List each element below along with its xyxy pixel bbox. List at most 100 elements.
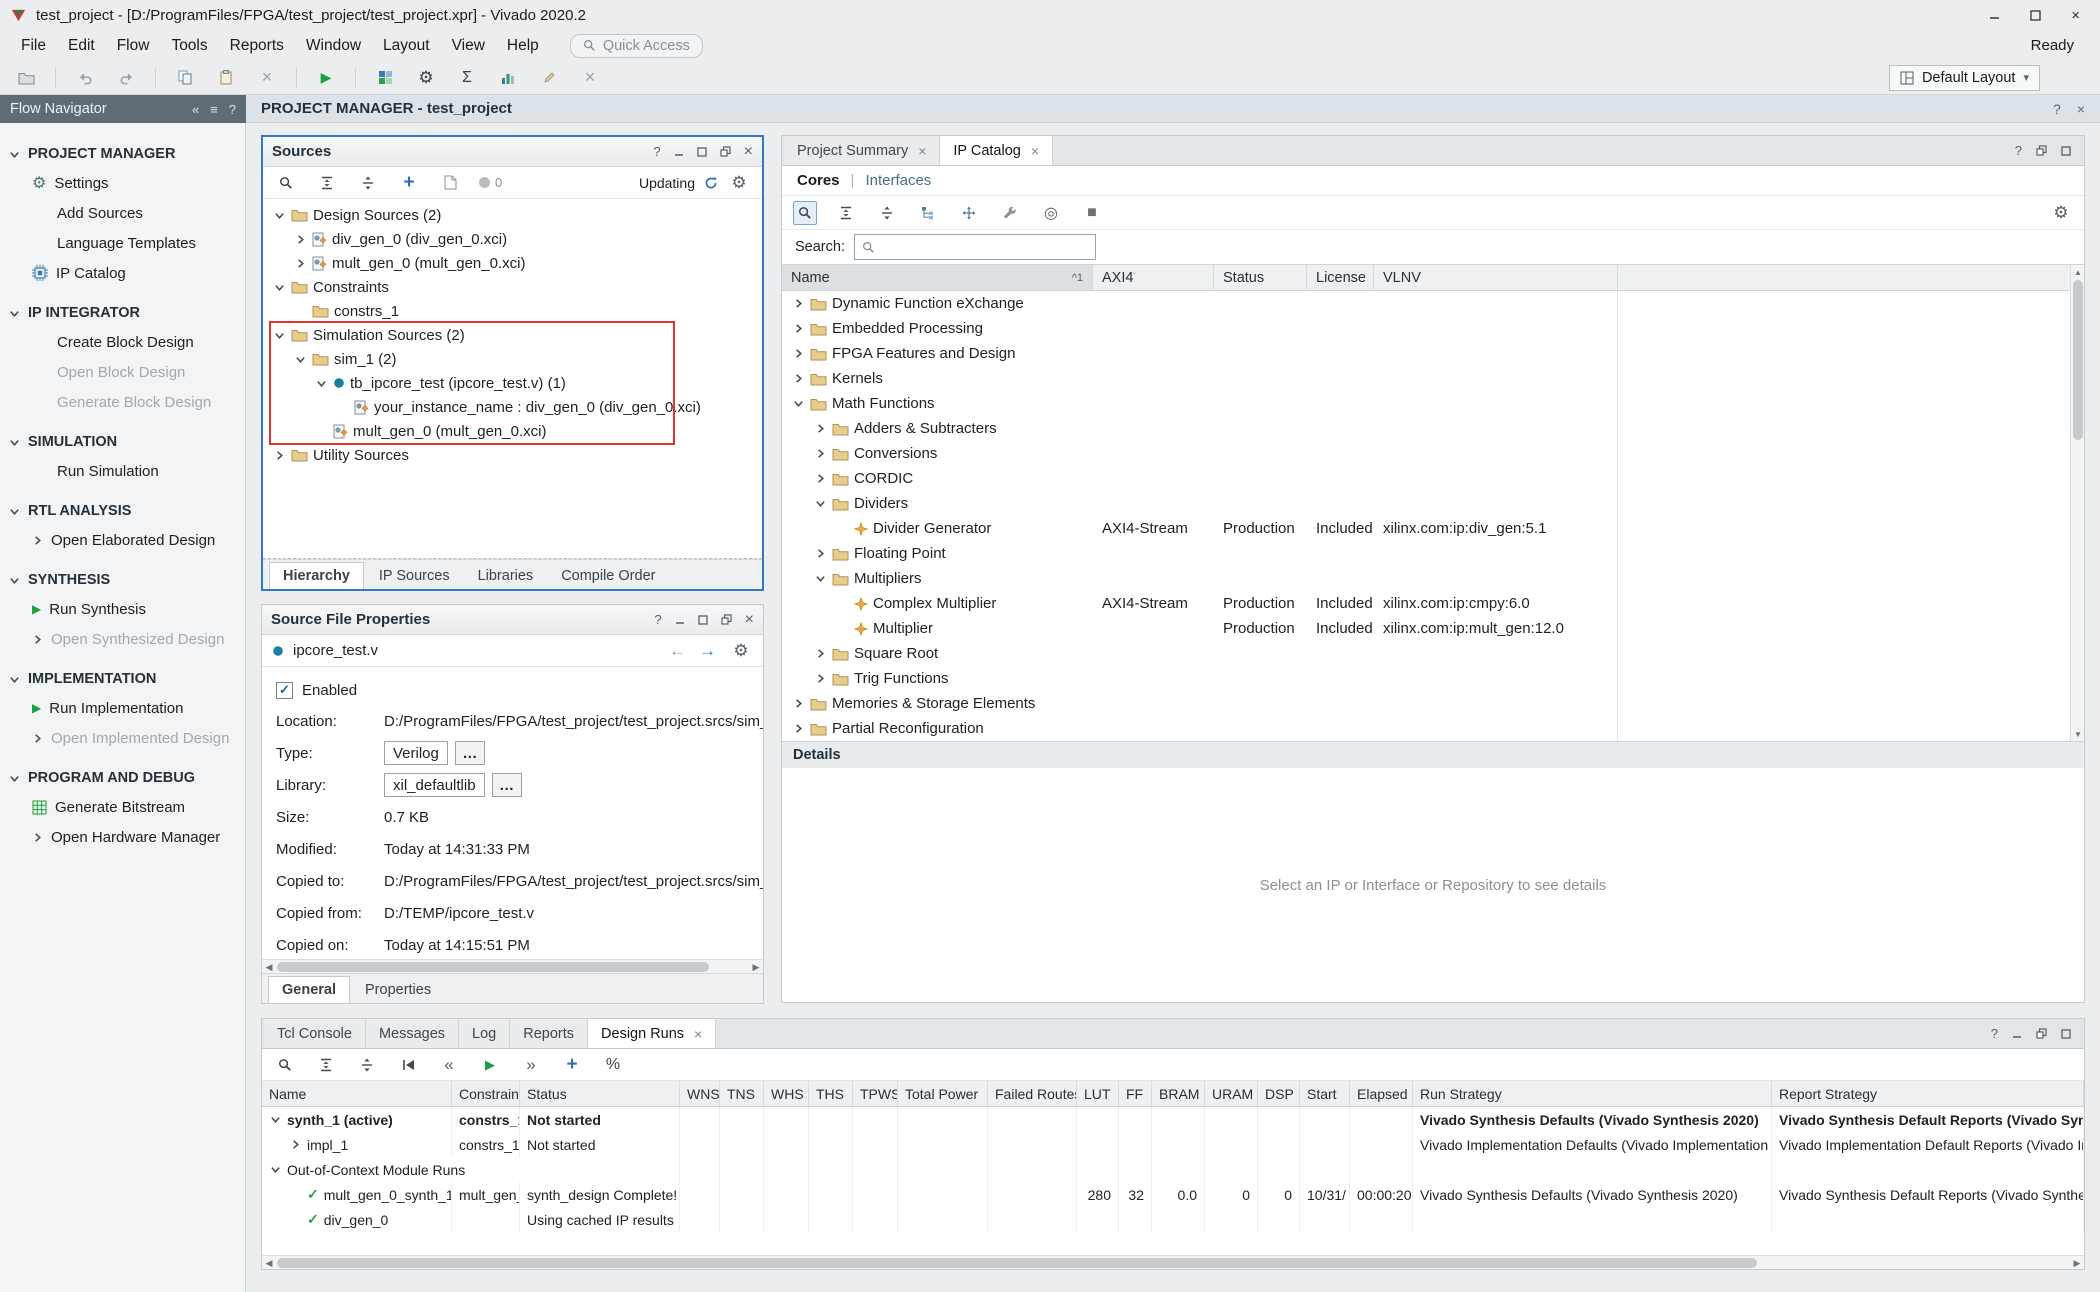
catalog-row-divider-generator[interactable]: Divider GeneratorAXI4-StreamProductionIn… <box>782 516 2084 541</box>
expander-closed-icon[interactable] <box>814 423 827 434</box>
column-header-axi4[interactable]: AXI4 <box>1093 265 1214 290</box>
tree-item-tb-ipcore-test[interactable]: tb_ipcore_test (ipcore_test.v) (1) <box>263 371 762 395</box>
messages-badge[interactable]: 0 <box>479 171 502 195</box>
enabled-checkbox[interactable]: ✓ Enabled <box>276 675 763 705</box>
scroll-thumb[interactable] <box>277 1258 1757 1268</box>
close-icon[interactable]: × <box>578 66 602 90</box>
close-icon[interactable]: × <box>745 611 754 629</box>
flow-item-create-block-design[interactable]: Create Block Design <box>0 327 245 357</box>
run-row-mult-gen-0-synth-1[interactable]: ✓mult_gen_0_synth_1mult_gen_0synth_desig… <box>262 1182 2084 1207</box>
column-header-lut[interactable]: LUT <box>1077 1081 1119 1106</box>
flow-item-ip-catalog[interactable]: IP Catalog <box>0 258 245 288</box>
collapse-all-icon[interactable] <box>314 1053 338 1077</box>
collapse-panel-icon[interactable]: « <box>192 102 199 117</box>
menu-view[interactable]: View <box>441 33 496 59</box>
flow-section-header-ip-integrator[interactable]: IP INTEGRATOR <box>0 299 245 327</box>
expander-open-icon[interactable] <box>273 210 286 221</box>
expander-open-icon[interactable] <box>294 354 307 365</box>
column-header-tns[interactable]: TNS <box>720 1081 764 1106</box>
column-header-elapsed[interactable]: Elapsed <box>1350 1081 1413 1106</box>
menu-help[interactable]: Help <box>496 33 550 59</box>
flow-item-open-synthesized-design[interactable]: Open Synthesized Design <box>0 624 245 654</box>
scroll-right-icon[interactable]: ▶ <box>2070 1256 2084 1270</box>
column-header-name[interactable]: Name^1 <box>782 265 1093 290</box>
float-icon[interactable] <box>721 614 732 625</box>
scroll-thumb[interactable] <box>2073 280 2083 440</box>
edit-icon[interactable] <box>537 66 561 90</box>
run-row-synth-1-active[interactable]: synth_1 (active)constrs_1Not startedViva… <box>262 1107 2084 1132</box>
tree-item-mult-gen-0[interactable]: mult_gen_0 (mult_gen_0.xci) <box>263 251 762 275</box>
help-icon[interactable]: ? <box>2053 101 2061 117</box>
chevron-right-icon[interactable] <box>32 535 43 546</box>
copy-icon[interactable] <box>173 66 197 90</box>
menu-window[interactable]: Window <box>295 33 372 59</box>
catalog-row-square-root[interactable]: Square Root <box>782 641 2084 666</box>
expand-all-icon[interactable] <box>355 1053 379 1077</box>
column-header-whs[interactable]: WHS <box>764 1081 809 1106</box>
flow-item-open-implemented-design[interactable]: Open Implemented Design <box>0 723 245 753</box>
search-icon[interactable] <box>793 201 817 225</box>
run-row-impl-1[interactable]: impl_1constrs_1Not startedVivado Impleme… <box>262 1132 2084 1157</box>
catalog-row-fpga-features-and-design[interactable]: FPGA Features and Design <box>782 341 2084 366</box>
type-browse-button[interactable]: … <box>455 741 485 765</box>
settings-gear-icon[interactable]: ⚙ <box>729 639 753 663</box>
chevron-down-icon[interactable] <box>9 773 20 784</box>
expander-open-icon[interactable] <box>792 398 805 409</box>
column-header-run-strategy[interactable]: Run Strategy <box>1413 1081 1772 1106</box>
properties-horizontal-scrollbar[interactable]: ◀ ▶ <box>262 959 763 973</box>
column-header-uram[interactable]: URAM <box>1205 1081 1258 1106</box>
expander-closed-icon[interactable] <box>814 448 827 459</box>
flow-item-generate-block-design[interactable]: Generate Block Design <box>0 387 245 417</box>
runs-horizontal-scrollbar[interactable]: ◀ ▶ <box>262 1255 2084 1269</box>
subnav-interfaces[interactable]: Interfaces <box>865 172 931 189</box>
search-icon[interactable] <box>274 171 298 195</box>
menu-tools[interactable]: Tools <box>160 33 218 59</box>
catalog-row-memories-storage-elements[interactable]: Memories & Storage Elements <box>782 691 2084 716</box>
tree-item-design[interactable]: Design Sources (2) <box>263 203 762 227</box>
expander-closed-icon[interactable] <box>814 473 827 484</box>
tab-messages[interactable]: Messages <box>366 1019 459 1048</box>
flow-section-header-project-manager[interactable]: PROJECT MANAGER <box>0 140 245 168</box>
min-icon[interactable] <box>2012 1029 2022 1039</box>
expander-open-icon[interactable] <box>269 1164 282 1175</box>
layout-select[interactable]: Default Layout ▾ <box>1889 65 2040 91</box>
library-input[interactable]: xil_defaultlib <box>384 773 485 797</box>
flow-section-header-simulation[interactable]: SIMULATION <box>0 428 245 456</box>
expander-open-icon[interactable] <box>814 573 827 584</box>
settings-icon[interactable]: ⚙ <box>414 66 438 90</box>
back-arrow-icon[interactable]: ← <box>669 641 686 661</box>
tab-reports[interactable]: Reports <box>510 1019 588 1048</box>
catalog-row-multipliers[interactable]: Multipliers <box>782 566 2084 591</box>
file-icon[interactable] <box>438 171 462 195</box>
column-header-tpws[interactable]: TPWS <box>853 1081 898 1106</box>
catalog-row-complex-multiplier[interactable]: Complex MultiplierAXI4-StreamProductionI… <box>782 591 2084 616</box>
column-header-constraints[interactable]: Constraints <box>452 1081 520 1106</box>
max-icon[interactable] <box>698 615 708 625</box>
column-header-ff[interactable]: FF <box>1119 1081 1152 1106</box>
expand-all-icon[interactable] <box>875 201 899 225</box>
help-icon[interactable]: ? <box>653 144 660 159</box>
expander-closed-icon[interactable] <box>814 548 827 559</box>
tree-item-mult-gen-0[interactable]: mult_gen_0 (mult_gen_0.xci) <box>263 419 762 443</box>
catalog-row-dividers[interactable]: Dividers <box>782 491 2084 516</box>
catalog-vertical-scrollbar[interactable]: ▲ ▼ <box>2070 265 2084 741</box>
chevron-right-icon[interactable] <box>32 733 43 744</box>
column-header-status[interactable]: Status <box>1214 265 1307 290</box>
sources-tab-hierarchy[interactable]: Hierarchy <box>269 562 364 589</box>
column-header-report-strategy[interactable]: Report Strategy <box>1772 1081 2084 1106</box>
flow-item-run-implementation[interactable]: ▶Run Implementation <box>0 693 245 723</box>
catalog-row-dynamic-function-exchange[interactable]: Dynamic Function eXchange <box>782 291 2084 316</box>
play-icon[interactable]: ▶ <box>478 1053 502 1077</box>
run-row-out-of-context-module-runs[interactable]: Out-of-Context Module Runs <box>262 1157 2084 1182</box>
flow-section-header-synthesis[interactable]: SYNTHESIS <box>0 566 245 594</box>
help-icon[interactable]: ? <box>654 612 661 627</box>
redo-icon[interactable] <box>114 66 138 90</box>
move-icon[interactable] <box>957 201 981 225</box>
catalog-row-multiplier[interactable]: MultiplierProductionIncludedxilinx.com:i… <box>782 616 2084 641</box>
scroll-down-icon[interactable]: ▼ <box>2071 727 2084 741</box>
menu-icon[interactable]: ≡ <box>210 102 218 117</box>
help-icon[interactable]: ? <box>229 102 236 117</box>
column-header-bram[interactable]: BRAM <box>1152 1081 1205 1106</box>
sources-tab-ip-sources[interactable]: IP Sources <box>366 562 463 589</box>
type-input[interactable]: Verilog <box>384 741 448 765</box>
